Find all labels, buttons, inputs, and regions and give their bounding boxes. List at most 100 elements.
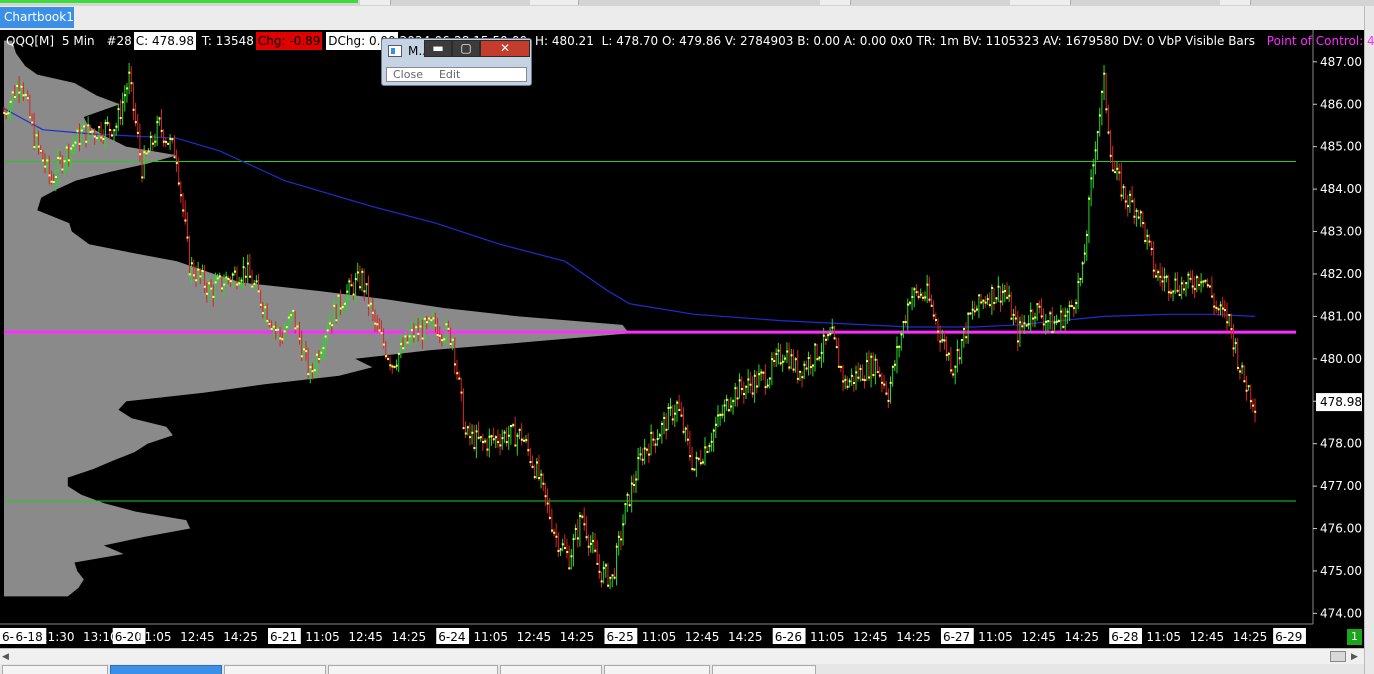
close-button[interactable]: ✕: [480, 40, 530, 57]
horizontal-scrollbar[interactable]: ◀ ▶: [0, 648, 1364, 665]
close-dot: [568, 567, 571, 570]
close-dot: [1111, 169, 1114, 172]
close-dot: [697, 457, 700, 460]
bottom-tab-strip: [0, 664, 1364, 674]
close-dot: [359, 286, 362, 289]
close-dot: [406, 341, 409, 344]
price-chart[interactable]: 487.00 486.00 485.00 484.00 483.00 482.00 481.…: [0, 30, 1364, 648]
close-dot: [717, 414, 720, 417]
bottom-tab[interactable]: [2, 665, 108, 674]
close-dot: [145, 152, 148, 155]
close-dot: [61, 168, 64, 171]
close-dot: [395, 364, 398, 367]
close-dot: [1189, 277, 1192, 280]
scroll-right-arrow-icon[interactable]: ▶: [1351, 651, 1361, 663]
close-dot: [531, 465, 534, 468]
close-dot: [732, 400, 735, 403]
close-dot: [898, 345, 901, 348]
close-dot: [947, 352, 950, 355]
close-dot: [980, 301, 983, 304]
close-dot: [154, 140, 157, 143]
close-dot: [400, 343, 403, 345]
close-dot: [130, 82, 133, 85]
close-dot: [792, 368, 795, 371]
close-dot: [525, 439, 528, 442]
close-dot: [775, 353, 778, 355]
close-dot: [1139, 211, 1142, 214]
close-dot: [337, 294, 340, 297]
toolbar-segment[interactable]: [1220, 0, 1251, 5]
close-dot: [55, 176, 57, 178]
close-dot: [1105, 108, 1108, 111]
close-dot: [1176, 289, 1179, 292]
close-dot: [658, 434, 661, 437]
menu-edit[interactable]: Edit: [439, 68, 460, 81]
close-dot: [428, 317, 431, 320]
price-tick-label: 474.00: [1320, 606, 1362, 620]
close-dot: [331, 324, 334, 327]
close-dot: [44, 165, 47, 168]
close-dot: [167, 142, 170, 145]
close-dot: [725, 398, 728, 401]
close-dot: [781, 360, 784, 363]
close-dot: [203, 285, 206, 288]
close-dot: [671, 418, 674, 421]
menu-close[interactable]: Close: [393, 68, 423, 81]
chartbook-tab[interactable]: Chartbook1: [0, 7, 74, 28]
minimize-button[interactable]: ▬: [424, 40, 452, 57]
scroll-left-arrow-icon[interactable]: ◀: [2, 651, 12, 663]
time-axis: 6-176-1811:3013:106-2011:0512:4514:256-2…: [0, 628, 1306, 644]
progress-indicator: [0, 0, 358, 3]
close-dot: [1183, 288, 1185, 291]
last-price-label: 478.98: [1320, 395, 1362, 409]
close-dot: [16, 85, 19, 87]
bottom-tab[interactable]: [328, 665, 498, 674]
header-interval: 5 Min: [61, 34, 95, 48]
close-dot: [762, 371, 765, 374]
close-dot: [904, 321, 907, 324]
time-tick-label: 6-27: [943, 630, 970, 644]
maximize-button[interactable]: ▢: [452, 40, 480, 57]
toolbar-segment[interactable]: [360, 0, 391, 5]
close-dot: [822, 334, 825, 337]
time-tick-label: 14:25: [1064, 630, 1099, 644]
toolbar-segment[interactable]: [1010, 0, 1071, 5]
price-tick-label: 477.00: [1320, 479, 1362, 493]
close-dot: [238, 282, 241, 285]
close-dot: [1010, 317, 1013, 320]
close-dot: [1098, 114, 1101, 117]
close-dot: [72, 144, 75, 147]
close-dot: [1034, 316, 1037, 319]
close-dot: [374, 322, 377, 325]
close-dot: [1047, 320, 1050, 323]
close-dot: [930, 304, 933, 307]
close-dot: [1191, 285, 1194, 288]
close-dot: [180, 194, 183, 197]
close-dot: [490, 435, 493, 438]
bottom-tab[interactable]: [712, 665, 816, 674]
close-dot: [840, 366, 843, 368]
close-dot: [820, 351, 823, 354]
close-dot: [216, 277, 219, 280]
time-tick-label: 14:25: [728, 630, 763, 644]
close-dot: [210, 287, 213, 290]
close-dot: [909, 301, 912, 304]
close-dot: [434, 324, 437, 327]
bottom-tab[interactable]: [604, 665, 710, 674]
bottom-tab[interactable]: [500, 665, 602, 674]
close-dot: [52, 181, 55, 183]
close-dot: [93, 135, 96, 138]
scroll-thumb[interactable]: [1330, 651, 1346, 662]
close-dot: [602, 567, 605, 570]
time-tick-label: 12:45: [685, 630, 720, 644]
close-dot: [22, 94, 25, 97]
toolbar-segment[interactable]: [820, 0, 851, 5]
close-dot: [617, 535, 620, 538]
close-dot: [369, 302, 372, 305]
close-dot: [605, 564, 607, 567]
time-tick-label: 11:05: [473, 630, 508, 644]
toolbar-segment[interactable]: [530, 0, 579, 5]
bottom-tab[interactable]: [224, 665, 326, 674]
close-dot: [835, 346, 838, 349]
bottom-tab-active[interactable]: [110, 665, 222, 674]
